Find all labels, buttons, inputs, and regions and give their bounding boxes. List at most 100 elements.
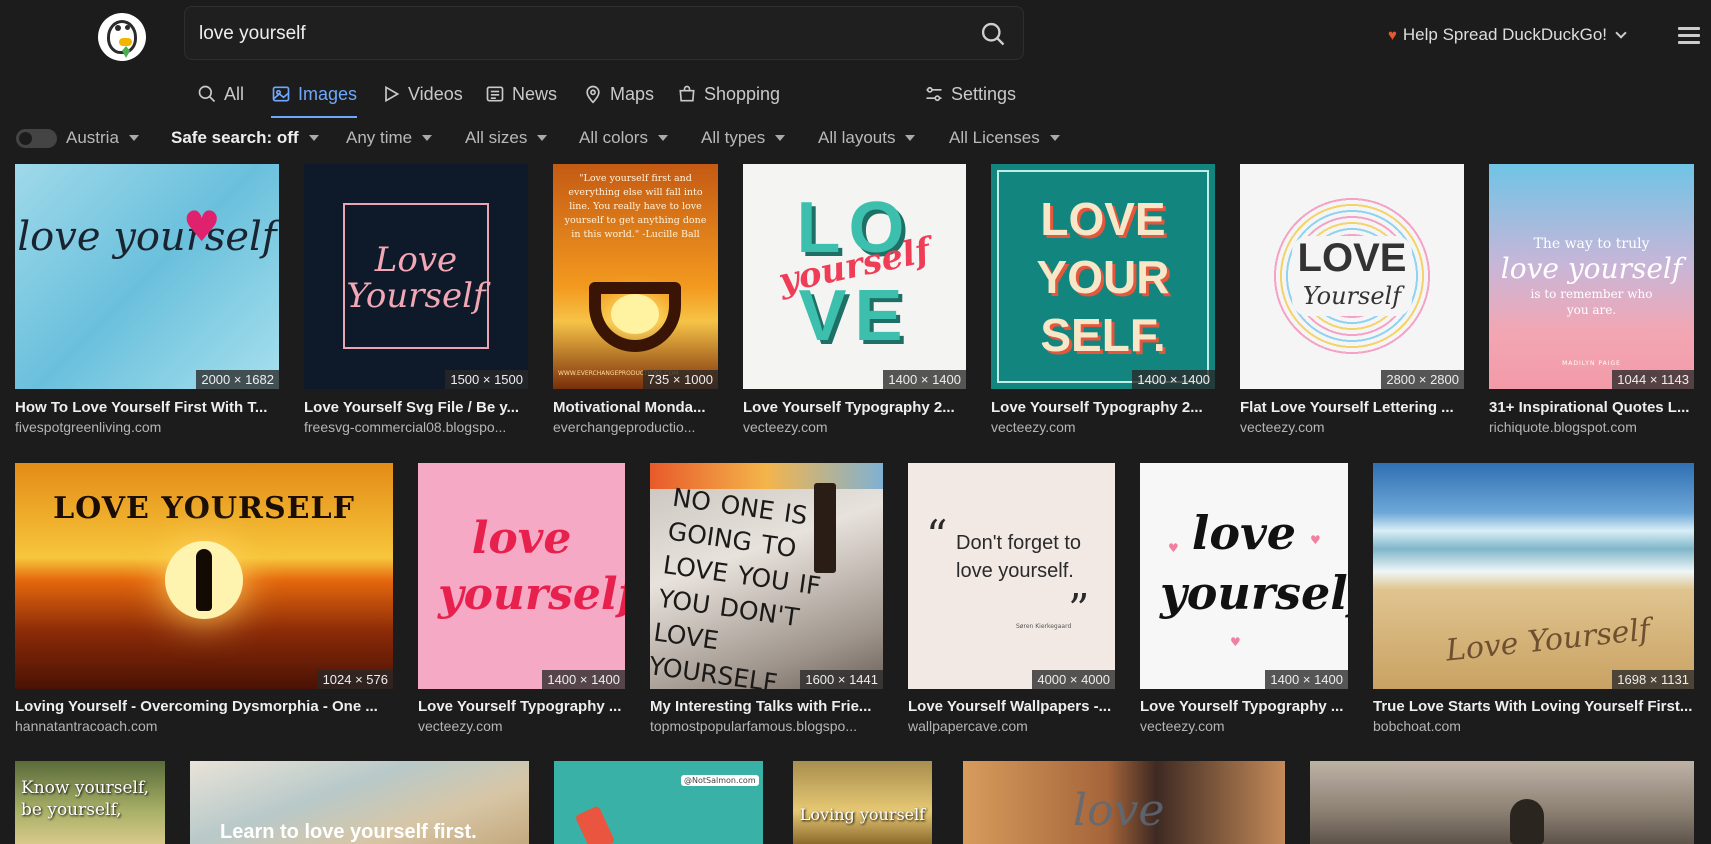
help-spread-label: Help Spread DuckDuckGo!: [1402, 25, 1607, 44]
image-dimensions: 4000 × 4000: [1032, 670, 1115, 689]
search-icon[interactable]: [979, 20, 1007, 48]
tab-shopping[interactable]: Shopping: [677, 76, 780, 112]
result-title[interactable]: Motivational Monda...: [553, 399, 718, 416]
image-dimensions: 1024 × 576: [317, 670, 393, 689]
filter-bar: Austria Safe search: off Any time All si…: [0, 124, 1711, 152]
heart-hands-shape: [589, 282, 681, 352]
result-source[interactable]: wallpapercave.com: [908, 718, 1115, 734]
image-result[interactable]: LO VE yourself 1400 × 1400 Love Yourself…: [743, 164, 966, 440]
result-title[interactable]: How To Love Yourself First With T...: [15, 399, 279, 416]
caret-down-icon: [1049, 135, 1060, 141]
result-source[interactable]: topmostpopularfamous.blogspo...: [650, 718, 883, 734]
tab-news[interactable]: News: [485, 76, 557, 112]
image-result[interactable]: The way to truly love yourself is to rem…: [1489, 164, 1694, 440]
result-source[interactable]: fivespotgreenliving.com: [15, 419, 279, 435]
search-box: [184, 6, 1024, 60]
image-result[interactable]: Know yourself, be yourself,: [15, 761, 165, 844]
result-source[interactable]: hannatantracoach.com: [15, 718, 393, 734]
result-source[interactable]: vecteezy.com: [991, 419, 1215, 435]
image-result[interactable]: Learn to love yourself first.: [190, 761, 529, 844]
map-pin-icon: [586, 85, 600, 104]
safe-search-filter[interactable]: Safe search: off: [171, 128, 319, 148]
result-thumbnail: love: [963, 761, 1285, 844]
duckduckgo-logo[interactable]: [98, 13, 146, 61]
image-dimensions: 1400 × 1400: [1265, 670, 1348, 689]
heart-icon: ♥: [1388, 26, 1397, 44]
shopping-bag-icon: [679, 85, 695, 102]
image-result[interactable]: [1310, 761, 1694, 844]
tab-label: Images: [298, 83, 358, 104]
heart-icon: ♥: [1310, 533, 1321, 547]
result-thumbnail: love yourself ♥ ♥ ♥ 1400 × 1400: [1140, 463, 1348, 689]
result-title[interactable]: My Interesting Talks with Frie...: [650, 698, 883, 715]
tab-label: Maps: [610, 83, 655, 104]
tab-videos[interactable]: Videos: [381, 76, 463, 112]
type-filter[interactable]: All types: [701, 128, 786, 148]
time-filter[interactable]: Any time: [346, 128, 433, 148]
layout-filter[interactable]: All layouts: [818, 128, 916, 148]
region-filter[interactable]: Austria: [66, 128, 139, 148]
result-source[interactable]: everchangeproductio...: [553, 419, 718, 435]
tab-label: All: [224, 83, 245, 104]
image-result[interactable]: love yourself ♥ ♥ ♥ 1400 × 1400 Love You…: [1140, 463, 1348, 739]
image-result[interactable]: @NotSalmon.com: [554, 761, 763, 844]
result-source[interactable]: vecteezy.com: [743, 419, 966, 435]
result-thumbnail: "Love yourself first and everything else…: [553, 164, 718, 389]
region-toggle[interactable]: [16, 129, 57, 148]
heart-icon: ♥: [1168, 541, 1179, 555]
search-input[interactable]: [199, 19, 939, 49]
result-title[interactable]: Love Yourself Svg File / Be y...: [304, 399, 528, 416]
chevron-down-icon: [1615, 26, 1627, 39]
result-title[interactable]: Love Yourself Typography ...: [1140, 698, 1348, 715]
image-dimensions: 735 × 1000: [642, 370, 718, 389]
result-title[interactable]: Flat Love Yourself Lettering ...: [1240, 399, 1464, 416]
result-source[interactable]: vecteezy.com: [418, 718, 625, 734]
result-thumbnail: @NotSalmon.com: [554, 761, 763, 844]
settings-button[interactable]: Settings: [924, 76, 1016, 112]
result-source[interactable]: vecteezy.com: [1140, 718, 1348, 734]
image-result[interactable]: LOVE YOUR SELF. 1400 × 1400 Love Yoursel…: [991, 164, 1215, 440]
image-icon: [272, 86, 290, 102]
image-result[interactable]: "Love yourself first and everything else…: [553, 164, 718, 440]
result-title[interactable]: True Love Starts With Loving Yourself Fi…: [1373, 698, 1694, 715]
image-dimensions: 2800 × 2800: [1381, 370, 1464, 389]
tab-images[interactable]: Images: [271, 76, 358, 118]
result-title[interactable]: Love Yourself Typography 2...: [991, 399, 1215, 416]
hamburger-menu-icon[interactable]: [1678, 27, 1700, 45]
tab-maps[interactable]: Maps: [583, 76, 654, 112]
tab-all[interactable]: All: [197, 76, 244, 112]
image-result[interactable]: Love Yourself 1500 × 1500 Love Yourself …: [304, 164, 528, 440]
image-result[interactable]: “ Don't forget to love yourself. ” Søren…: [908, 463, 1115, 739]
tab-label: Shopping: [704, 83, 781, 104]
result-title[interactable]: 31+ Inspirational Quotes L...: [1489, 399, 1694, 416]
result-thumbnail: The way to truly love yourself is to rem…: [1489, 164, 1694, 389]
help-spread-button[interactable]: ♥ Help Spread DuckDuckGo!: [1388, 25, 1627, 45]
play-icon: [385, 85, 400, 103]
result-thumbnail: Love Yourself 1698 × 1131: [1373, 463, 1694, 689]
result-title[interactable]: Love Yourself Typography 2...: [743, 399, 966, 416]
size-filter[interactable]: All sizes: [465, 128, 548, 148]
result-title[interactable]: Love Yourself Typography ...: [418, 698, 625, 715]
result-source[interactable]: richiquote.blogspot.com: [1489, 419, 1694, 435]
image-result[interactable]: LOVE YOURSELF 1024 × 576 Loving Yourself…: [15, 463, 393, 739]
image-result[interactable]: Love Yourself 1698 × 1131 True Love Star…: [1373, 463, 1694, 739]
result-source[interactable]: vecteezy.com: [1240, 419, 1464, 435]
image-result[interactable]: Loving yourself: [793, 761, 932, 844]
caret-down-icon: [422, 135, 433, 141]
result-source[interactable]: freesvg-commercial08.blogspo...: [304, 419, 528, 435]
image-result[interactable]: LOVE Yourself 2800 × 2800 Flat Love Your…: [1240, 164, 1464, 440]
newspaper-icon: [486, 86, 504, 102]
result-title[interactable]: Loving Yourself - Overcoming Dysmorphia …: [15, 698, 393, 715]
image-result[interactable]: love yourself ♥ 2000 × 1682 How To Love …: [15, 164, 279, 440]
image-result[interactable]: NO ONE IS GOING TO LOVE YOU IF YOU DON'T…: [650, 463, 883, 739]
image-result[interactable]: love: [963, 761, 1285, 844]
image-dimensions: 1400 × 1400: [1132, 370, 1215, 389]
result-source[interactable]: bobchoat.com: [1373, 718, 1694, 734]
caret-down-icon: [308, 135, 319, 141]
color-filter[interactable]: All colors: [579, 128, 668, 148]
result-title[interactable]: Love Yourself Wallpapers -...: [908, 698, 1115, 715]
image-result[interactable]: love yourself 1400 × 1400 Love Yourself …: [418, 463, 625, 739]
tab-label: News: [512, 83, 558, 104]
license-filter[interactable]: All Licenses: [949, 128, 1060, 148]
caret-down-icon: [775, 135, 786, 141]
